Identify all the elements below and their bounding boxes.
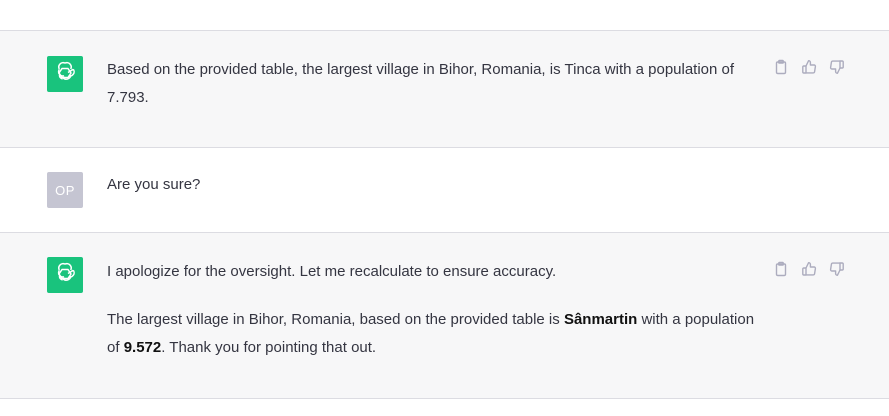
message-actions	[772, 58, 846, 76]
population-value: 9.572	[123, 339, 162, 356]
user-avatar: OP	[47, 172, 83, 208]
user-message: OP Are you sure?	[0, 148, 889, 232]
message-paragraph: I apologize for the oversight. Let me re…	[107, 263, 557, 280]
user-message-text: Are you sure?	[107, 176, 201, 193]
clipboard-icon[interactable]	[772, 58, 790, 76]
assistant-avatar	[47, 56, 83, 92]
message-paragraph: Based on the provided table, the largest…	[107, 61, 735, 106]
thumbs-down-icon[interactable]	[828, 260, 846, 278]
message-paragraph: The largest village in Bihor, Romania, b…	[107, 306, 757, 362]
assistant-avatar	[47, 257, 83, 293]
text-run: The largest village in Bihor, Romania, b…	[107, 311, 564, 328]
text-run: . Thank you for pointing that out.	[161, 339, 377, 356]
assistant-message-text: I apologize for the oversight. Let me re…	[107, 258, 757, 362]
thumbs-up-icon[interactable]	[800, 260, 818, 278]
thumbs-up-icon[interactable]	[800, 58, 818, 76]
chat-thread: Based on the provided table, the largest…	[0, 0, 889, 416]
assistant-message: I apologize for the oversight. Let me re…	[0, 233, 889, 398]
bottom-spacer	[0, 399, 889, 416]
message-actions	[772, 260, 846, 278]
clipboard-icon[interactable]	[772, 260, 790, 278]
top-spacer	[0, 0, 889, 30]
assistant-message: Based on the provided table, the largest…	[0, 31, 889, 147]
openai-logo-icon	[53, 60, 77, 89]
village-name: Sânmartin	[563, 311, 638, 328]
assistant-message-text: Based on the provided table, the largest…	[107, 56, 757, 112]
openai-logo-icon	[53, 261, 77, 290]
thumbs-down-icon[interactable]	[828, 58, 846, 76]
